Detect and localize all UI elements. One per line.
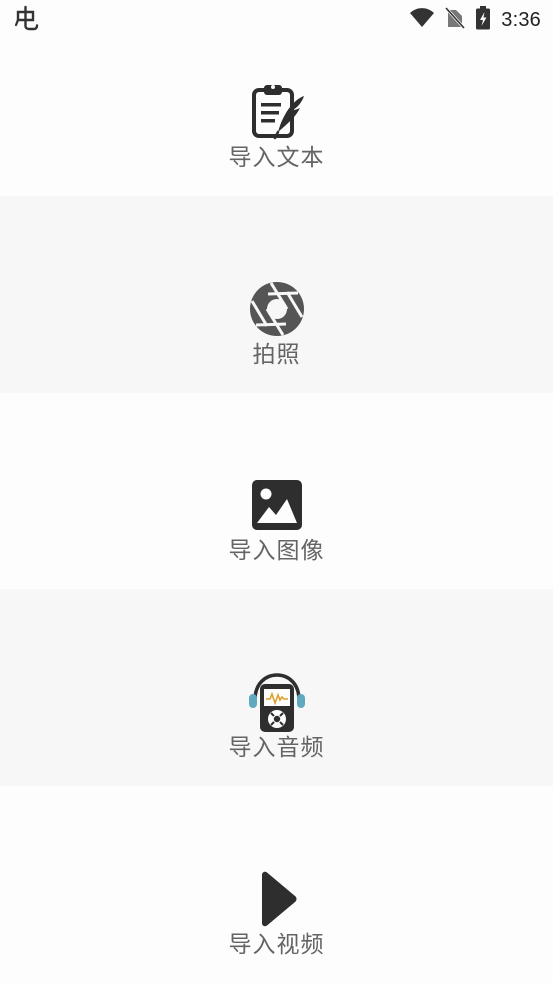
import-audio-item[interactable]: 导入音频 [0,589,553,786]
no-sim-icon [445,6,466,34]
status-bar: 3:36 [0,0,553,40]
clipboard-quill-icon [245,80,309,144]
import-audio-label: 导入音频 [228,735,325,761]
audio-player-icon [245,670,309,734]
image-icon [245,473,309,537]
take-photo-label: 拍照 [252,342,301,368]
camera-shutter-icon [245,277,309,341]
app-screen: 导入文本 拍照 导入图像 导入音频 导入视频 3:36 [0,0,553,983]
import-text-label: 导入文本 [228,145,325,171]
import-image-label: 导入图像 [228,538,325,564]
app-notification-icon [14,5,40,35]
import-video-label: 导入视频 [228,932,325,958]
battery-charging-icon [475,6,491,34]
import-video-item[interactable]: 导入视频 [0,786,553,983]
wifi-icon [409,7,435,33]
play-icon [245,867,309,931]
status-time: 3:36 [501,8,541,31]
import-image-item[interactable]: 导入图像 [0,393,553,589]
take-photo-item[interactable]: 拍照 [0,196,553,393]
